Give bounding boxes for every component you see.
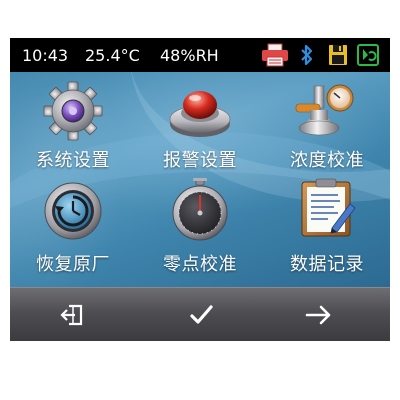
- menu-item-data-records[interactable]: 数据记录: [264, 178, 390, 280]
- bluetooth-icon: [299, 43, 315, 71]
- menu-item-label: 浓度校准: [290, 150, 364, 171]
- data-sync-icon: [356, 43, 380, 71]
- clipboard-icon: [301, 178, 356, 237]
- printer-icon: [260, 43, 290, 71]
- device-screen: 10:43 25.4°C 48%RH 系统设置 报警设置 浓度校准 恢复原厂 零…: [10, 38, 390, 341]
- gas-cylinder-gauge-icon: [295, 84, 354, 136]
- menu-item-label: 系统设置: [36, 150, 110, 171]
- exit-button[interactable]: [54, 298, 94, 332]
- main-menu-area: 系统设置 报警设置 浓度校准 恢复原厂 零点校准 数据记录: [10, 72, 390, 287]
- stopwatch-icon: [172, 178, 228, 241]
- status-bar: 10:43 25.4°C 48%RH: [10, 38, 390, 72]
- save-disk-icon: [327, 43, 349, 71]
- menu-item-label: 数据记录: [290, 254, 364, 275]
- bottom-toolbar: [10, 287, 390, 341]
- menu-item-concentration-calibration[interactable]: 浓度校准: [264, 76, 390, 176]
- menu-item-zero-calibration[interactable]: 零点校准: [137, 178, 263, 280]
- status-temperature: 25.4°C: [85, 46, 140, 65]
- status-humidity: 48%RH: [160, 46, 219, 65]
- check-icon: [190, 305, 213, 324]
- confirm-button[interactable]: [182, 298, 222, 332]
- gear-icon: [43, 81, 103, 141]
- menu-item-label: 零点校准: [163, 254, 237, 275]
- exit-icon: [60, 304, 83, 326]
- next-button[interactable]: [300, 298, 340, 332]
- alarm-button-icon: [169, 91, 231, 137]
- menu-item-label: 恢复原厂: [36, 254, 110, 275]
- menu-item-label: 报警设置: [163, 150, 237, 171]
- menu-item-system-settings[interactable]: 系统设置: [10, 76, 136, 176]
- menu-item-factory-reset[interactable]: 恢复原厂: [10, 180, 136, 280]
- restore-icon: [44, 182, 102, 240]
- menu-item-alarm-settings[interactable]: 报警设置: [137, 76, 263, 176]
- arrow-right-icon: [305, 305, 331, 325]
- status-time: 10:43: [22, 46, 69, 65]
